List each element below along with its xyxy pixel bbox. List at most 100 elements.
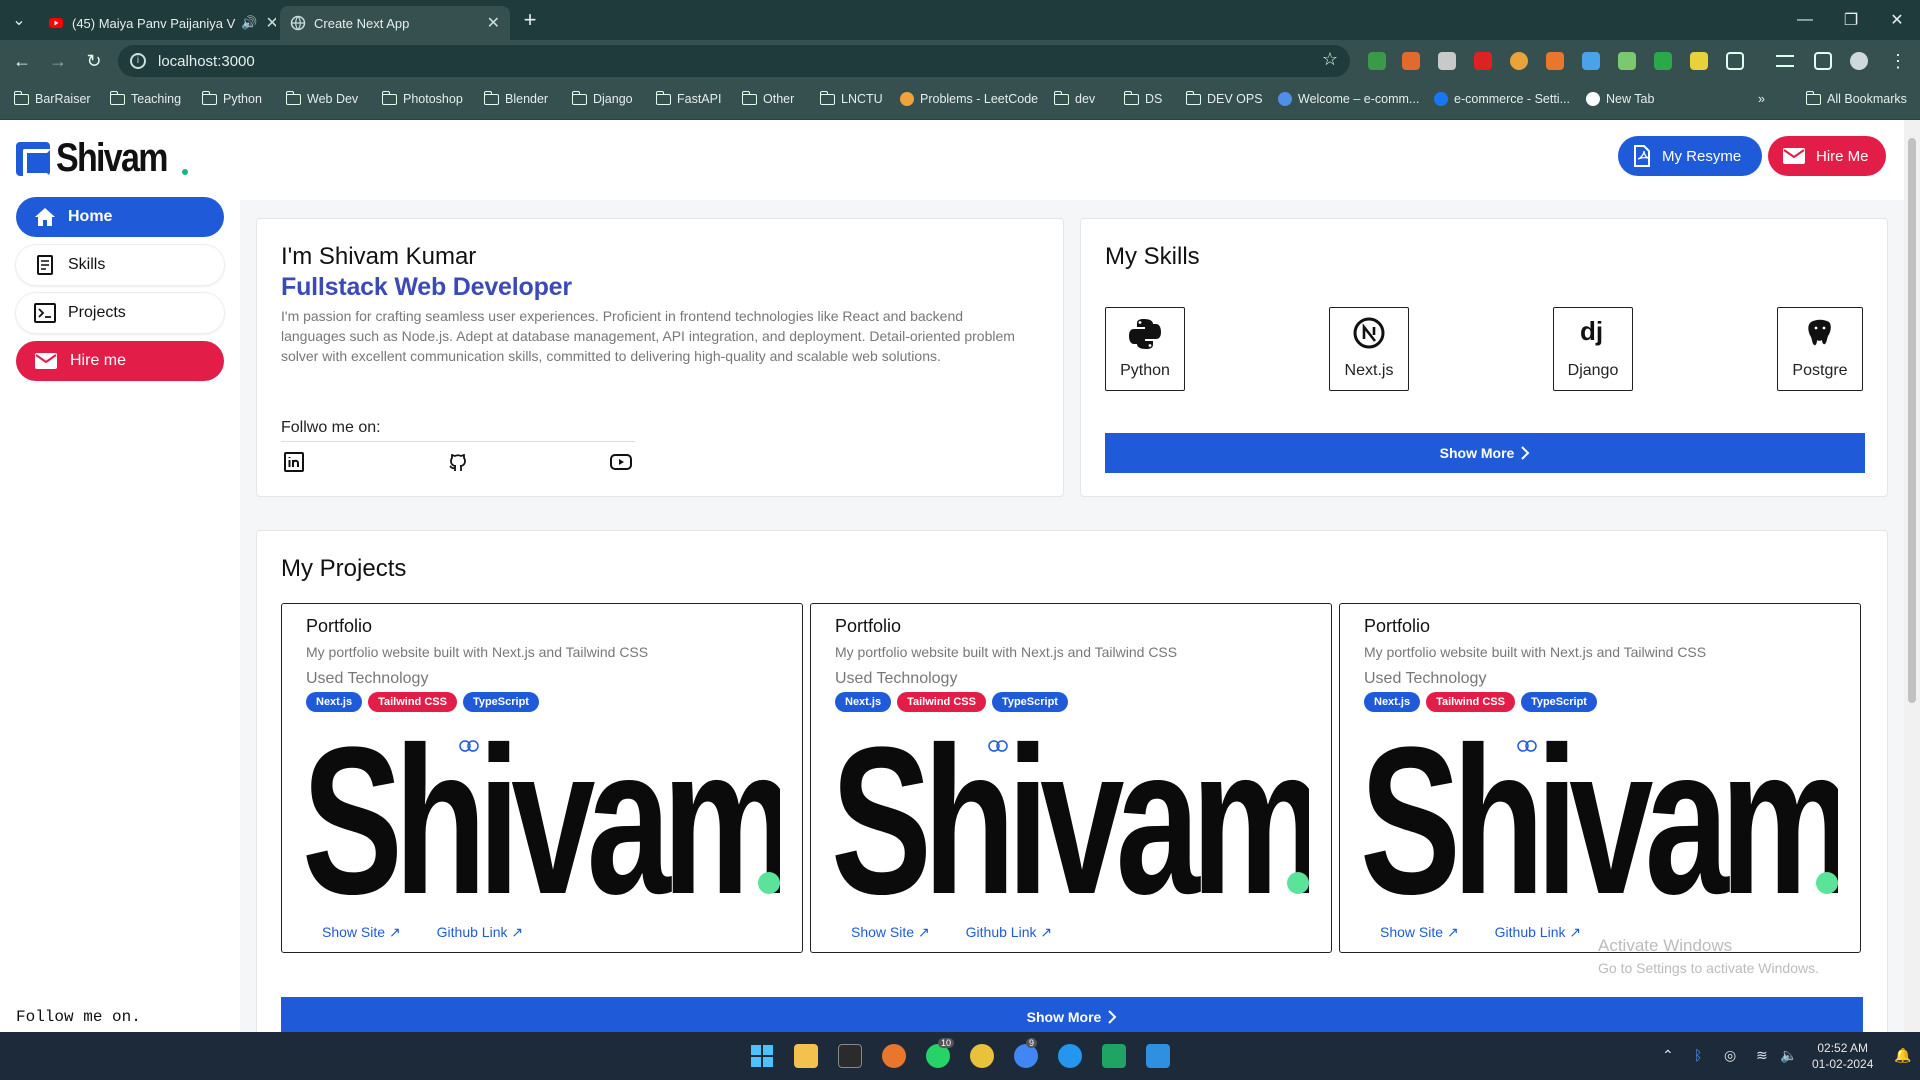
bookmark-link[interactable]: Welcome – e-comm... [1278,92,1419,106]
firefox-icon[interactable] [882,1044,906,1068]
tech-tag: Tailwind CSS [897,692,986,712]
resume-button[interactable]: My Resyme [1618,136,1762,176]
vscode-insiders-icon[interactable] [1102,1044,1126,1068]
browser-tab-youtube[interactable]: (45) Maiya Panv Paijaniya V 🔊 ✕ [38,6,276,40]
external-link-icon: ↗ [1569,924,1582,940]
browser-tab-active[interactable]: Create Next App ✕ [280,6,510,40]
sidebar-item-label: Home [68,208,113,225]
show-site-link[interactable]: Show Site ↗ [1380,924,1459,941]
bookmark-folder[interactable]: LNCTU [819,90,883,106]
extension-icon[interactable] [1474,52,1492,70]
scrollbar-thumb[interactable] [1908,138,1916,703]
file-explorer-icon[interactable] [794,1044,818,1068]
show-site-link[interactable]: Show Site ↗ [851,924,930,941]
vscode-icon[interactable] [1146,1044,1170,1068]
site-logo[interactable]: Shivam [16,136,189,181]
speaker-icon[interactable]: 🔊 [241,15,257,31]
notifications-bell-icon[interactable]: 🔔 [1894,1047,1911,1064]
extension-icon[interactable] [1368,52,1386,70]
external-link-icon: ↗ [917,924,930,940]
tray-chevron-up-icon[interactable]: ⌃ [1662,1047,1674,1064]
bookmark-folder[interactable]: DS [1123,90,1162,106]
bookmark-folder[interactable]: Teaching [109,90,181,106]
restore-icon[interactable]: ❐ [1828,0,1874,40]
reload-icon[interactable]: ↻ [76,40,112,82]
wifi-icon[interactable]: ≋ [1756,1047,1768,1064]
github-link[interactable]: Github Link ↗ [437,924,523,941]
menu-kebab-icon[interactable]: ⋮ [1880,40,1916,82]
bookmark-link[interactable]: Problems - LeetCode [900,92,1038,106]
bluetooth-icon[interactable]: ᛒ [1694,1047,1702,1063]
tab-search-chevron-icon[interactable]: ⌄ [0,0,38,40]
extension-icon[interactable] [1582,52,1600,70]
linkedin-icon[interactable] [283,451,305,473]
bookmark-star-icon[interactable]: ☆ [1322,49,1338,70]
skill-nextjs[interactable]: Next.js [1329,307,1409,391]
back-icon[interactable]: ← [4,40,40,82]
extension-icon[interactable] [1402,52,1420,70]
tech-tag: Next.js [835,692,892,712]
bookmark-link[interactable]: e-commerce - Setti... [1434,92,1570,106]
system-clock[interactable]: 02:52 AM 01-02-2024 [1812,1040,1873,1072]
profile-avatar[interactable] [1850,52,1868,70]
address-bar[interactable]: i localhost:3000 ☆ [118,45,1350,77]
sidebar-item-projects[interactable]: Projects [16,293,224,333]
project-thumbnail: Shivam [1360,730,1838,904]
forward-icon[interactable]: → [40,40,76,82]
bookmark-folder[interactable]: Photoshop [381,90,463,106]
bookmark-link[interactable]: New Tab [1586,92,1654,106]
sidebar-item-skills[interactable]: Skills [16,245,224,285]
windows-start-icon[interactable] [750,1044,774,1068]
browser-toolbar: ← → ↻ i localhost:3000 ☆ ⋮ [0,40,1920,82]
github-icon[interactable] [447,451,469,473]
sidebar-item-hire-me[interactable]: Hire me [16,341,224,381]
skills-show-more-button[interactable]: Show More [1105,433,1865,473]
bookmark-folder[interactable]: Other [741,90,794,106]
bookmark-folder[interactable]: DEV OPS [1185,90,1263,106]
extension-icon[interactable] [1510,52,1528,70]
extension-icon[interactable] [1690,52,1708,70]
bookmark-folder[interactable]: Python [201,90,262,106]
sidebar-item-home[interactable]: Home [16,197,224,237]
bookmark-folder[interactable]: FastAPI [655,90,721,106]
skill-python[interactable]: Python [1105,307,1185,391]
all-bookmarks[interactable]: All Bookmarks [1805,90,1907,106]
close-tab-icon[interactable]: ✕ [258,13,277,33]
whatsapp-icon[interactable]: 10 [926,1038,955,1068]
hire-me-button[interactable]: Hire Me [1768,136,1886,176]
extension-icon[interactable] [1438,52,1456,70]
projects-show-more-button[interactable]: Show More [281,997,1863,1032]
bookmark-folder[interactable]: Blender [483,90,548,106]
extension-icon[interactable] [1654,52,1672,70]
volume-icon[interactable]: 🔈 [1780,1047,1797,1064]
extensions-puzzle-icon[interactable] [1726,52,1744,70]
skill-label: Django [1567,362,1619,379]
extension-icon[interactable] [1546,52,1564,70]
bookmark-folder[interactable]: BarRaiser [13,90,91,106]
chrome-canary-icon[interactable] [970,1044,994,1068]
close-tab-icon[interactable]: ✕ [479,13,500,33]
new-tab-icon[interactable]: + [512,0,548,40]
extension-icon[interactable] [1618,52,1636,70]
minimize-icon[interactable]: — [1782,0,1828,40]
bookmark-folder[interactable]: Web Dev [285,90,358,106]
bookmark-folder[interactable]: Django [571,90,633,106]
terminal-icon[interactable] [838,1044,862,1068]
skill-postgre[interactable]: Postgre [1777,307,1863,391]
youtube-icon[interactable] [610,451,632,473]
github-link[interactable]: Github Link ↗ [966,924,1052,941]
chrome-icon[interactable]: 9 [1014,1038,1038,1068]
chrome-tray-icon[interactable]: ◎ [1724,1047,1736,1064]
bookmark-folder[interactable]: dev [1053,90,1095,106]
docker-icon[interactable] [1058,1044,1082,1068]
folder-icon [285,90,301,105]
show-site-link[interactable]: Show Site ↗ [322,924,401,941]
skill-django[interactable]: dj Django [1553,307,1633,391]
close-window-icon[interactable]: ✕ [1874,0,1920,40]
side-panel-icon[interactable] [1814,52,1832,70]
github-link[interactable]: Github Link ↗ [1495,924,1581,941]
more-bookmarks-icon[interactable]: » [1758,92,1765,106]
reading-list-icon[interactable] [1776,55,1794,67]
site-info-icon[interactable]: i [130,53,146,69]
page-scrollbar[interactable] [1904,120,1920,1032]
